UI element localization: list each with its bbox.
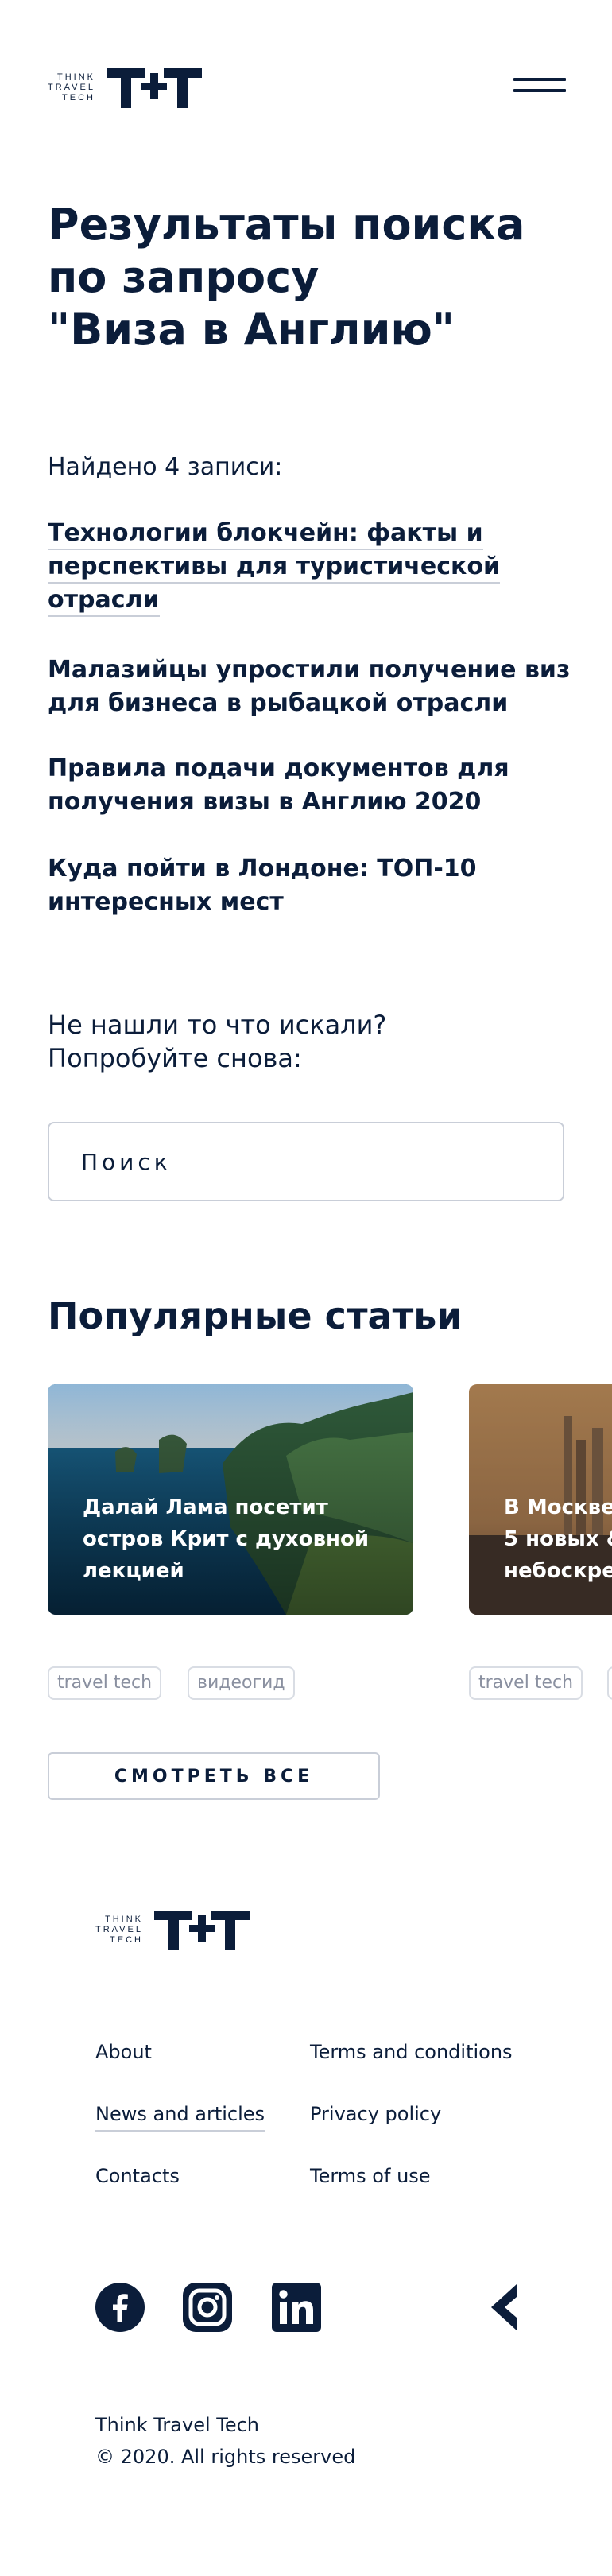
article-card[interactable]: В Москве5 новых &небоскре <box>469 1384 612 1615</box>
footer-link-terms-conditions[interactable]: Terms and conditions <box>310 2041 513 2063</box>
instagram-icon[interactable] <box>183 2283 232 2332</box>
menu-icon[interactable] <box>513 73 566 97</box>
search-box <box>48 1122 564 1201</box>
footer-link-about[interactable]: About <box>95 2041 152 2063</box>
result-link[interactable]: Малазийцы упростили получение виз для би… <box>48 654 572 720</box>
logo-wordmark: THINK TRAVEL TECH <box>48 72 95 103</box>
page-title: Результаты поиска по запросу "Виза в Анг… <box>48 200 525 355</box>
found-count: Найдено 4 записи: <box>48 453 283 481</box>
result-link[interactable]: Технологии блокчейн: факты и перспективы… <box>48 517 572 617</box>
card-title: Далай Лама посетит остров Крит с духовно… <box>83 1496 370 1583</box>
footer-link-contacts[interactable]: Contacts <box>95 2165 180 2187</box>
footer-logo[interactable]: THINK TRAVEL TECH <box>95 1909 250 1950</box>
footer-link-terms-use[interactable]: Terms of use <box>310 2165 431 2187</box>
tag[interactable] <box>607 1666 612 1700</box>
not-found-message: Не нашли то что искали? Попробуйте снова… <box>48 1010 387 1073</box>
company-name: Think Travel Tech <box>95 2414 260 2436</box>
linkedin-icon[interactable] <box>272 2283 321 2332</box>
header-logo[interactable]: THINK TRAVEL TECH <box>48 67 202 108</box>
tag[interactable]: travel tech <box>48 1666 162 1700</box>
card-title: В Москве5 новых &небоскре <box>504 1496 612 1583</box>
logo-mark-icon <box>106 68 202 108</box>
logo-mark-icon <box>153 1911 250 1950</box>
popular-title: Популярные статьи <box>48 1294 463 1337</box>
tag[interactable]: видеогид <box>188 1666 295 1700</box>
brand-icon[interactable] <box>485 2283 534 2332</box>
search-input[interactable] <box>49 1123 563 1200</box>
result-link[interactable]: Правила подачи документов для получения … <box>48 752 572 819</box>
article-card[interactable]: Далай Лама посетит остров Крит с духовно… <box>48 1384 413 1615</box>
result-link[interactable]: Куда пойти в Лондоне: ТОП-10 интересных … <box>48 852 572 919</box>
tag[interactable]: travel tech <box>469 1666 583 1700</box>
footer-link-news[interactable]: News and articles <box>95 2103 265 2132</box>
copyright: © 2020. All rights reserved <box>95 2446 356 2468</box>
footer-link-privacy[interactable]: Privacy policy <box>310 2103 441 2125</box>
facebook-icon[interactable] <box>95 2283 145 2332</box>
view-all-button[interactable]: СМОТРЕТЬ ВСЕ <box>48 1752 380 1800</box>
logo-wordmark: THINK TRAVEL TECH <box>95 1914 143 1945</box>
